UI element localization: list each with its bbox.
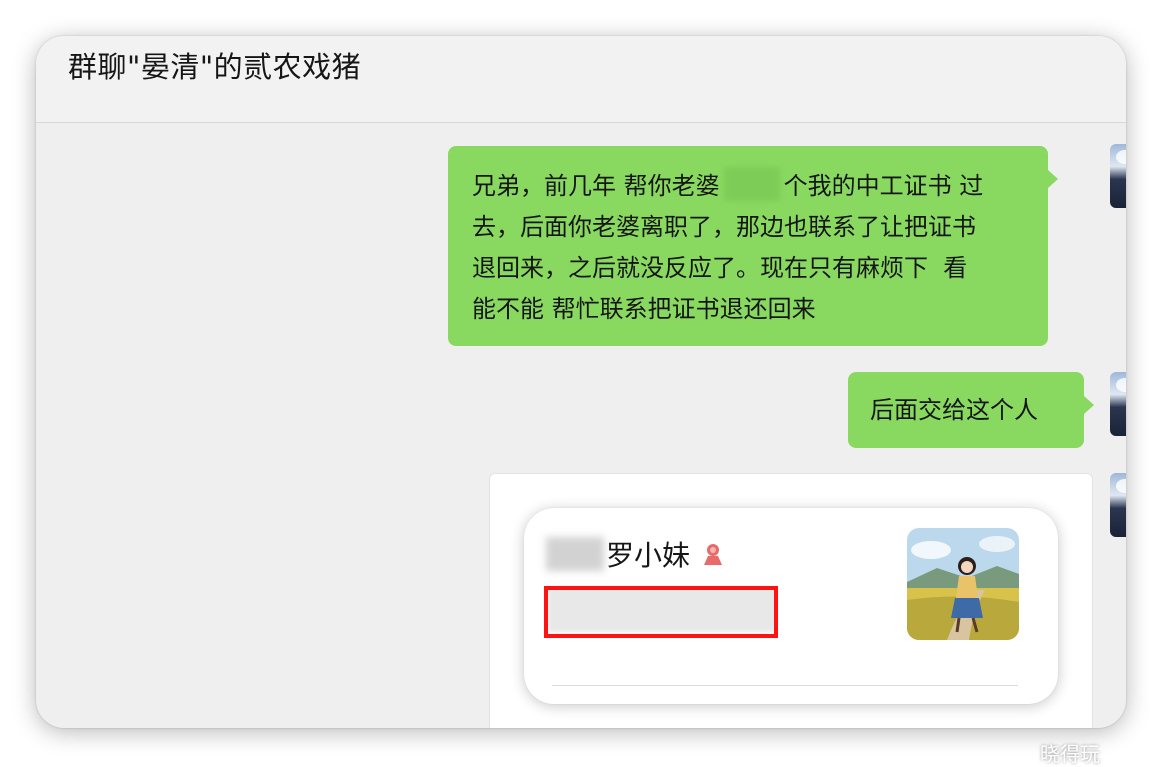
message-text: 后面交给这个人 <box>870 396 1038 424</box>
card-divider <box>552 685 1018 686</box>
redacted-name <box>546 537 604 571</box>
self-avatar[interactable] <box>1110 473 1126 537</box>
contact-card-message[interactable]: 罗小妹 <box>489 473 1093 728</box>
redacted-text <box>723 167 780 201</box>
watermark: 晓得玩 <box>1040 742 1100 766</box>
highlight-box <box>544 586 778 638</box>
message-text-part-1: 兄弟，前几年 帮你老婆 <box>472 172 720 200</box>
contact-name: 罗小妹 <box>606 539 691 572</box>
chat-window: 群聊"晏清"的贰农戏猪 兄弟，前几年 帮你老婆 个我的中工证书 过 去，后面你老婆… <box>36 36 1126 728</box>
chat-title[interactable]: 群聊"晏清"的贰农戏猪 <box>68 44 361 86</box>
contact-card[interactable]: 罗小妹 <box>524 508 1058 704</box>
message-bubble[interactable]: 兄弟，前几年 帮你老婆 个我的中工证书 过 去，后面你老婆离职了，那边也联系了让把… <box>448 146 1058 346</box>
self-avatar[interactable] <box>1110 372 1126 436</box>
message-bubble[interactable]: 后面交给这个人 <box>848 372 1094 448</box>
self-avatar[interactable] <box>1110 144 1126 208</box>
contact-avatar <box>907 528 1019 640</box>
female-icon <box>704 544 723 565</box>
chat-header: 群聊"晏清"的贰农戏猪 <box>36 36 1126 123</box>
contact-name-row: 罗小妹 <box>546 534 726 574</box>
message-text: 兄弟，前几年 帮你老婆 个我的中工证书 过 去，后面你老婆离职了，那边也联系了让把… <box>472 166 1036 330</box>
